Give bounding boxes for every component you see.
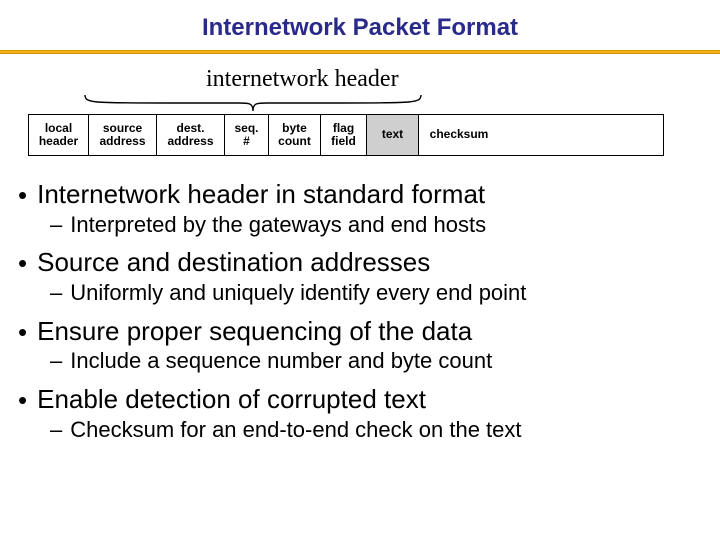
dash-icon: – xyxy=(50,348,62,374)
cell-text: text xyxy=(382,128,403,141)
dash-icon: – xyxy=(50,212,62,238)
cell-text: header xyxy=(39,135,78,148)
subbullet-2: – Uniformly and uniquely identify every … xyxy=(50,280,714,306)
cell-text: field xyxy=(331,135,356,148)
bullet-1: • Internetwork header in standard format xyxy=(18,180,714,210)
slide-title: Internetwork Packet Format xyxy=(0,14,720,42)
field-flag-field: flag field xyxy=(321,115,367,155)
bullet-dot-icon: • xyxy=(18,387,27,413)
dash-icon: – xyxy=(50,280,62,306)
bullet-dot-icon: • xyxy=(18,250,27,276)
dash-icon: – xyxy=(50,417,62,443)
bullet-text: Ensure proper sequencing of the data xyxy=(37,317,472,347)
bullet-3: • Ensure proper sequencing of the data xyxy=(18,317,714,347)
subbullet-text: Checksum for an end-to-end check on the … xyxy=(70,417,521,443)
packet-diagram: local header source address dest. addres… xyxy=(28,114,664,156)
bullet-dot-icon: • xyxy=(18,182,27,208)
title-divider xyxy=(0,50,720,54)
field-checksum: checksum xyxy=(419,115,499,155)
cell-text: address xyxy=(99,135,145,148)
field-byte-count: byte count xyxy=(269,115,321,155)
field-source-address: source address xyxy=(89,115,157,155)
cell-text: checksum xyxy=(430,128,489,141)
bullet-text: Internetwork header in standard format xyxy=(37,180,485,210)
title-area: Internetwork Packet Format xyxy=(0,0,720,42)
field-dest-address: dest. address xyxy=(157,115,225,155)
subbullet-3: – Include a sequence number and byte cou… xyxy=(50,348,714,374)
bullet-dot-icon: • xyxy=(18,319,27,345)
bullet-text: Source and destination addresses xyxy=(37,248,430,278)
bracket-zone: internetwork header xyxy=(0,68,720,102)
cell-text: address xyxy=(167,135,213,148)
field-text: text xyxy=(367,115,419,155)
curly-brace-icon xyxy=(84,94,422,112)
cell-text: count xyxy=(278,135,311,148)
subbullet-text: Interpreted by the gateways and end host… xyxy=(70,212,486,238)
subbullet-4: – Checksum for an end-to-end check on th… xyxy=(50,417,714,443)
field-seq-number: seq. # xyxy=(225,115,269,155)
subbullet-text: Uniformly and uniquely identify every en… xyxy=(70,280,526,306)
bullet-2: • Source and destination addresses xyxy=(18,248,714,278)
field-local-header: local header xyxy=(29,115,89,155)
bullet-4: • Enable detection of corrupted text xyxy=(18,385,714,415)
cell-text: # xyxy=(243,135,250,148)
bullet-content: • Internetwork header in standard format… xyxy=(0,180,720,443)
bullet-text: Enable detection of corrupted text xyxy=(37,385,426,415)
subbullet-text: Include a sequence number and byte count xyxy=(70,348,492,374)
subbullet-1: – Interpreted by the gateways and end ho… xyxy=(50,212,714,238)
bracket-label: internetwork header xyxy=(206,66,399,93)
